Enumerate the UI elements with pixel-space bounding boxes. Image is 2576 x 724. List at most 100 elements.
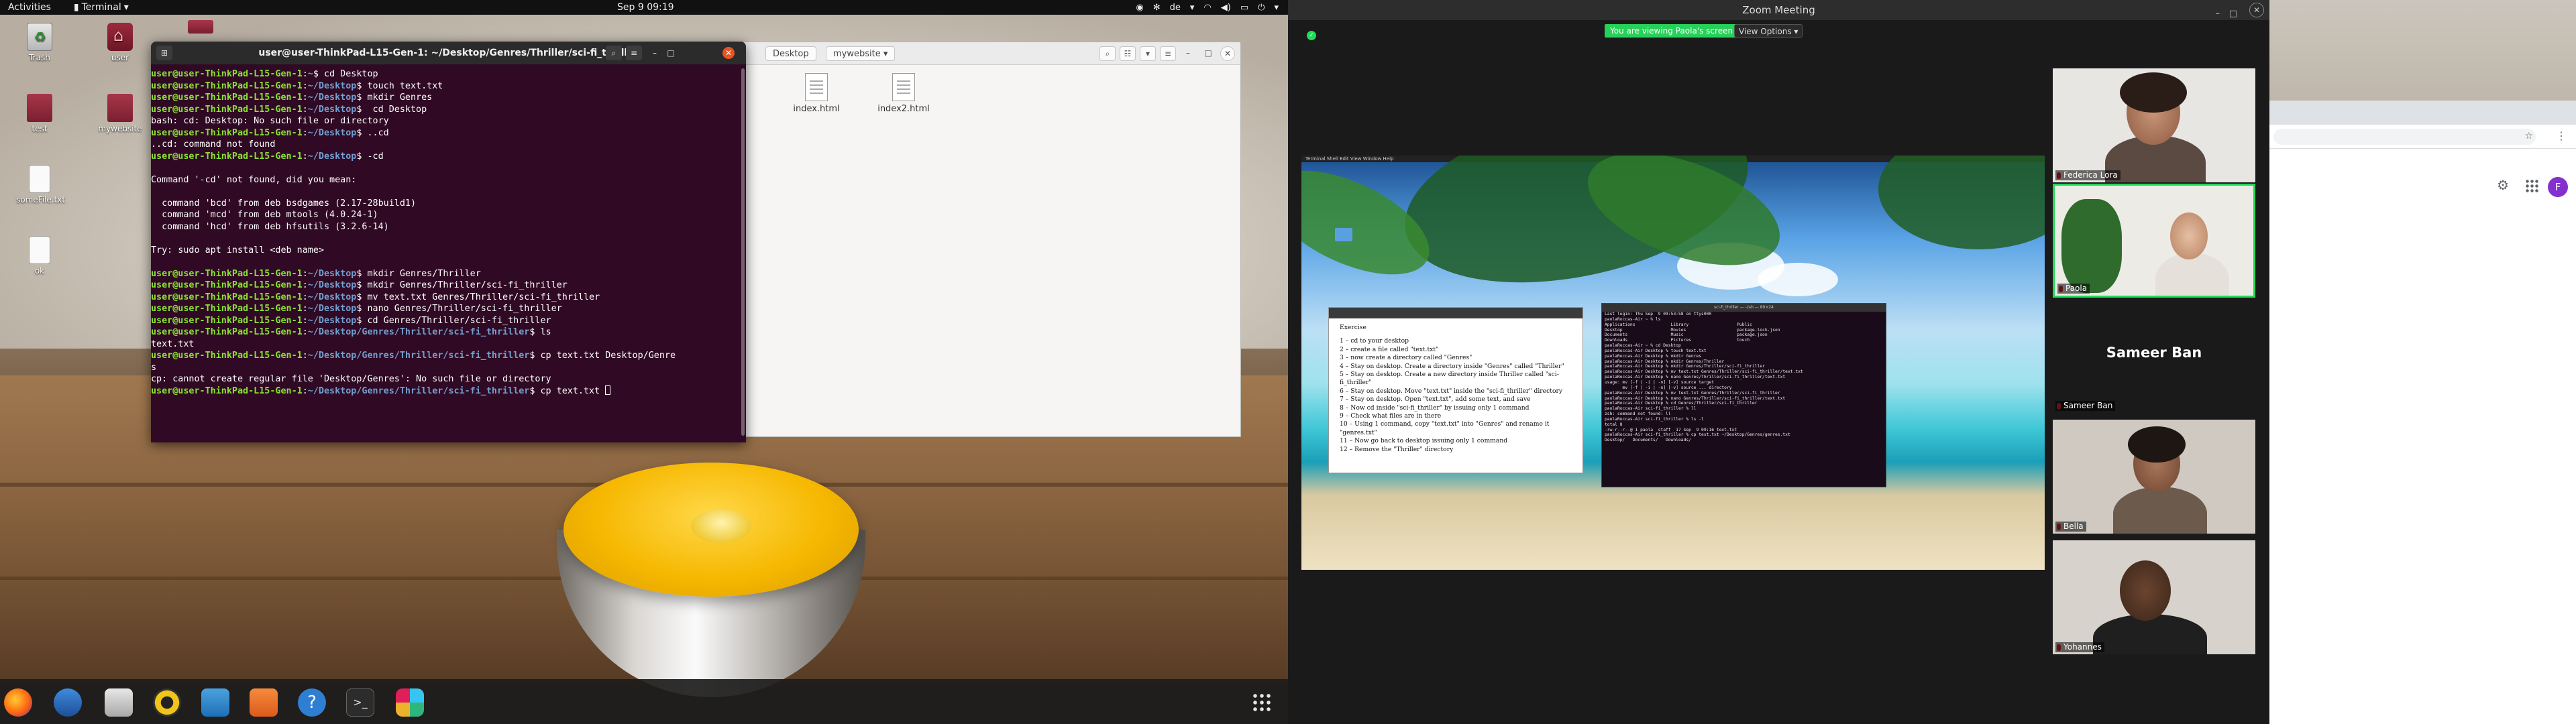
google-apps-icon[interactable] [2525, 179, 2538, 192]
folder-icon [188, 20, 213, 34]
keyboard-layout[interactable]: de [1170, 3, 1181, 13]
browser-window[interactable]: ☆ ⋮ ⚙ F [2267, 101, 2576, 724]
activities-button[interactable]: Activities [8, 2, 51, 13]
participant-name: Yohannes [2055, 642, 2104, 652]
help-icon[interactable]: ? [298, 688, 326, 717]
close-icon[interactable]: ✕ [2249, 3, 2264, 17]
shared-screen[interactable]: Terminal Shell Edit View Window Help Exe… [1301, 156, 2045, 570]
terminal-window[interactable]: ⊞ user@user-ThinkPad-L15-Gen-1: ~/Deskto… [151, 42, 746, 442]
desktop-icon-mywebsite[interactable]: mywebsite [97, 94, 144, 133]
prompt-user-host: user@user-ThinkPad-L15-Gen-1 [151, 280, 303, 290]
command-text: $ mkdir Genres/Thriller [356, 268, 481, 279]
file-manager-toolbar: ⌕ ☷ ▾ ≡ – □ ✕ [1099, 46, 1235, 61]
terminal-line: user@user-ThinkPad-L15-Gen-1:~/Desktop$ … [151, 127, 746, 139]
file-manager-window[interactable]: Desktop mywebsite ▾ ⌕ ☷ ▾ ≡ – □ ✕ index.… [738, 42, 1241, 437]
bookmark-star-icon[interactable]: ☆ [2524, 131, 2533, 141]
shared-terminal-window[interactable]: sci-fi_thriller — -zsh — 80×24 Last logi… [1601, 303, 1886, 487]
file-item[interactable]: index.html [783, 73, 850, 114]
chevron-down-icon[interactable]: ▾ [1140, 46, 1156, 61]
exercise-title: Exercise [1340, 324, 1366, 331]
prompt-separator: : [302, 268, 308, 279]
maximize-icon[interactable]: □ [665, 47, 677, 59]
search-icon[interactable]: ⌕ [1099, 46, 1116, 61]
show-apps-icon[interactable] [1252, 692, 1272, 713]
participant-tile[interactable]: Federica Lora [2053, 68, 2255, 182]
more-menu-icon[interactable]: ⋮ [2556, 129, 2567, 142]
desktop-icon-test[interactable]: test [16, 94, 63, 133]
terminal-line: user@user-ThinkPad-L15-Gen-1:~/Desktop$ … [151, 104, 746, 116]
shared-terminal-line: Last login: Thu Sep 9 09:53:58 on ttys00… [1605, 312, 1712, 316]
file-item[interactable]: index2.html [870, 73, 937, 114]
zoom-meeting-window[interactable]: Zoom Meeting – □ ✕ ✓ You are viewing Pao… [1288, 0, 2269, 724]
writer-icon[interactable] [201, 688, 229, 717]
shared-terminal-line: paolaRoccas-Air Desktop % mv text.txt Ge… [1605, 369, 1803, 375]
browser-tab-strip[interactable] [2268, 101, 2576, 125]
participant-tile[interactable]: Sameer Ban Sameer Ban [2053, 299, 2255, 413]
thunderbird-icon[interactable] [54, 688, 82, 717]
prompt-path: ~/Desktop [307, 104, 357, 115]
maximize-icon[interactable]: □ [1200, 46, 1216, 61]
prompt-separator: : [302, 351, 308, 361]
browser-address-bar[interactable]: ☆ ⋮ [2268, 125, 2576, 149]
shared-terminal-line: paolaRoccas-Air Desktop % mkdir Genres/T… [1605, 364, 1765, 369]
prompt-path: ~/Desktop [307, 292, 357, 302]
terminal-line: Try: sudo apt install <deb name> [151, 245, 746, 257]
search-icon[interactable]: ⌕ [606, 46, 622, 60]
shared-terminal-line: paolaRoccas-Air sci-fi_thriller % cp tex… [1605, 432, 1790, 438]
zoom-tray-icon[interactable]: ◉ [1136, 3, 1143, 13]
minimize-icon[interactable]: – [649, 47, 661, 59]
zoom-titlebar[interactable]: Zoom Meeting – □ ✕ [1288, 0, 2269, 20]
account-avatar[interactable]: F [2548, 177, 2568, 197]
terminal-titlebar[interactable]: ⊞ user@user-ThinkPad-L15-Gen-1: ~/Deskto… [151, 42, 746, 64]
software-icon[interactable] [250, 688, 278, 717]
system-tray[interactable]: ◉ ✻ de ▾ ◠ ◀) ▭ ⏻ ▾ [1136, 3, 1279, 13]
desktop-icon-trash[interactable]: Trash [16, 23, 63, 62]
terminal-line: user@user-ThinkPad-L15-Gen-1:~/Desktop$ … [151, 80, 746, 93]
participant-tile-active[interactable]: Paola [2053, 184, 2255, 298]
terminal-icon[interactable]: >_ [346, 688, 374, 717]
participant-tile[interactable]: Bella [2053, 420, 2255, 534]
terminal-line: s [151, 362, 746, 374]
settings-gear-icon[interactable]: ⚙ [2497, 177, 2509, 193]
terminal-scrollbar[interactable] [741, 68, 745, 436]
breadcrumb-desktop[interactable]: Desktop [765, 46, 816, 61]
document-titlebar [1329, 308, 1582, 318]
desktop-icon-home[interactable]: user [97, 23, 144, 62]
exercise-step: 8 – Now cd inside "sci-fi_thriller" by i… [1340, 404, 1529, 412]
participant-hair [2120, 72, 2187, 113]
desktop-icon-ok[interactable]: ok [16, 236, 63, 276]
files-icon[interactable] [105, 688, 133, 717]
maximize-icon[interactable]: □ [2229, 4, 2237, 24]
app-menu[interactable]: ▮ Terminal ▾ [74, 2, 129, 13]
clock[interactable]: Sep 9 09:19 [617, 2, 674, 13]
desktop-icon-partial[interactable] [177, 20, 224, 36]
view-list-icon[interactable]: ☷ [1120, 46, 1136, 61]
prompt-separator: : [302, 93, 308, 103]
folder-icon[interactable] [1335, 228, 1352, 241]
hamburger-menu-icon[interactable]: ≡ [626, 46, 642, 60]
terminal-output[interactable]: user@user-ThinkPad-L15-Gen-1:~$ cd Deskt… [151, 64, 746, 397]
shared-terminal-output: Last login: Thu Sep 9 09:53:58 on ttys00… [1602, 312, 1886, 443]
shared-terminal-line: Applications Library Public [1605, 322, 1752, 327]
breadcrumb-mywebsite[interactable]: mywebsite ▾ [826, 46, 896, 61]
close-icon[interactable]: ✕ [722, 47, 735, 59]
desktop-icon-somefile[interactable]: someFile.txt [16, 165, 65, 204]
prompt-separator: : [302, 327, 308, 337]
rhythmbox-icon[interactable] [153, 688, 181, 717]
exercise-step: 5 – Stay on desktop. Create a new direct… [1340, 371, 1559, 387]
menu-icon[interactable]: ≡ [1160, 46, 1176, 61]
view-options-button[interactable]: View Options ▾ [1734, 24, 1803, 38]
prompt-user-host: user@user-ThinkPad-L15-Gen-1 [151, 351, 303, 361]
encryption-shield-icon[interactable]: ✓ [1307, 31, 1316, 40]
close-icon[interactable]: ✕ [1220, 46, 1235, 61]
firefox-icon[interactable] [4, 688, 32, 717]
shared-terminal-line: total 8 [1605, 422, 1623, 427]
exercise-document-window[interactable]: Exercise 1 – cd to your desktop 2 – creat… [1328, 307, 1583, 473]
left-monitor: Activities ▮ Terminal ▾ Sep 9 09:19 ◉ ✻ … [0, 0, 1288, 724]
participant-tile[interactable]: Yohannes [2053, 540, 2255, 654]
url-field[interactable] [2273, 129, 2536, 145]
slack-icon[interactable] [396, 688, 424, 717]
minimize-icon[interactable]: – [1180, 46, 1196, 61]
minimize-icon[interactable]: – [2216, 4, 2220, 24]
slack-tray-icon[interactable]: ✻ [1153, 3, 1161, 13]
